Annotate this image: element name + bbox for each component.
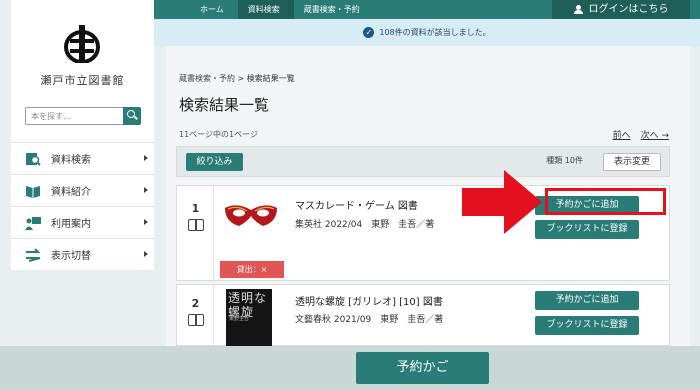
library-name[interactable]: 瀬戸市立図書館: [11, 72, 154, 88]
chevron-right-icon: [144, 219, 148, 225]
add-to-booklist-button[interactable]: ブックリストに登録: [535, 316, 639, 335]
result-toolbar: 絞り込み 種類 10件 表示変更: [176, 146, 670, 177]
highlight-box-annotation: [545, 188, 666, 215]
result-meta: 集英社 2022/04 東野 圭吾／著: [295, 220, 435, 230]
nav-catalog-search[interactable]: 蔵書検索・予約: [294, 0, 374, 19]
result-number: 2: [191, 297, 200, 310]
chevron-right-icon: [144, 187, 148, 193]
book-icon: [188, 314, 204, 326]
notice-text: 108件の資料が該当しました。: [379, 28, 491, 37]
type-count: 種類 10件: [546, 156, 583, 165]
book-cover-image[interactable]: 透明な螺旋 東野圭吾: [226, 289, 272, 347]
reserve-cart-button[interactable]: 予約かご: [356, 352, 489, 384]
red-arrow-annotation: [462, 170, 542, 234]
chevron-right-icon: [144, 155, 148, 161]
library-logo-icon[interactable]: [64, 25, 100, 63]
sidebar-item-display-switch[interactable]: 表示切替: [11, 238, 154, 270]
result-item: 2 透明な螺旋 東野圭吾 透明な螺旋 [ガリレオ] [10] 図書 文藝春秋 2…: [176, 284, 670, 347]
sidebar-item-label: 資料紹介: [51, 187, 91, 198]
cover-author-text: 東野圭吾: [229, 316, 250, 322]
chevron-right-icon: [144, 251, 148, 257]
prev-page-link[interactable]: 前へ: [613, 128, 631, 141]
sidebar-item-label: 利用案内: [51, 219, 91, 230]
result-number: 1: [191, 202, 200, 215]
result-meta: 文藝春秋 2021/09 東野 圭吾／著: [295, 315, 444, 325]
breadcrumb-link[interactable]: 蔵書検索・予約: [179, 74, 235, 83]
search-book-icon: [26, 152, 41, 166]
page-title: 検索結果一覧: [179, 96, 270, 114]
breadcrumb-current: 検索結果一覧: [246, 74, 295, 83]
top-breadcrumb: ホーム 資料検索 蔵書検索・予約: [190, 0, 374, 19]
nav-home[interactable]: ホーム: [190, 0, 238, 19]
bottom-bar: 予約かご: [0, 346, 700, 390]
add-to-booklist-button[interactable]: ブックリストに登録: [535, 220, 639, 239]
result-notice: ✓ 108件の資料が該当しました。: [154, 19, 700, 46]
login-button[interactable]: ログインはこちら: [552, 0, 690, 19]
breadcrumb-separator: >: [237, 74, 245, 83]
user-icon: [573, 5, 583, 14]
display-change-button[interactable]: 表示変更: [603, 153, 661, 171]
result-number-column: 1: [177, 186, 214, 280]
filter-button[interactable]: 絞り込み: [186, 153, 243, 171]
page-count: 11ページ中の1ページ: [179, 130, 258, 139]
search-input[interactable]: 本を探す…: [25, 107, 123, 125]
nav-materials-search[interactable]: 資料検索: [237, 0, 294, 19]
open-book-icon: [26, 185, 40, 198]
breadcrumb: 蔵書検索・予約 > 検索結果一覧: [179, 73, 295, 84]
sidebar-item-usage-guide[interactable]: 利用案内: [11, 206, 154, 238]
top-nav-bar: ホーム 資料検索 蔵書検索・予約 ログインはこちら: [154, 0, 700, 19]
search-button[interactable]: [123, 107, 141, 125]
sidebar-item-materials-search[interactable]: 資料検索: [11, 142, 154, 174]
sidebar-item-label: 資料検索: [51, 155, 91, 166]
loan-status-badge: 貸出：×: [220, 261, 284, 278]
result-title[interactable]: マスカレード・ゲーム 図書: [295, 197, 418, 212]
switch-arrows-icon: [26, 247, 41, 262]
sidebar: 瀬戸市立図書館 本を探す… 資料検索 資料紹介 利用案内 表示切替: [11, 0, 154, 270]
add-to-reserve-cart-button[interactable]: 予約かごに追加: [535, 291, 639, 310]
result-number-column: 2: [177, 285, 214, 345]
sidebar-item-label: 表示切替: [51, 251, 91, 262]
check-circle-icon: ✓: [363, 27, 375, 38]
login-label: ログインはこちら: [588, 4, 669, 15]
sidebar-item-materials-intro[interactable]: 資料紹介: [11, 174, 154, 206]
book-icon: [188, 219, 204, 231]
person-board-icon: [25, 216, 41, 230]
result-title[interactable]: 透明な螺旋 [ガリレオ] [10] 図書: [295, 293, 443, 308]
next-page-link[interactable]: 次へ →: [641, 128, 669, 141]
pager: 前へ 次へ →: [613, 128, 669, 141]
mask-cover-image[interactable]: [223, 200, 279, 230]
